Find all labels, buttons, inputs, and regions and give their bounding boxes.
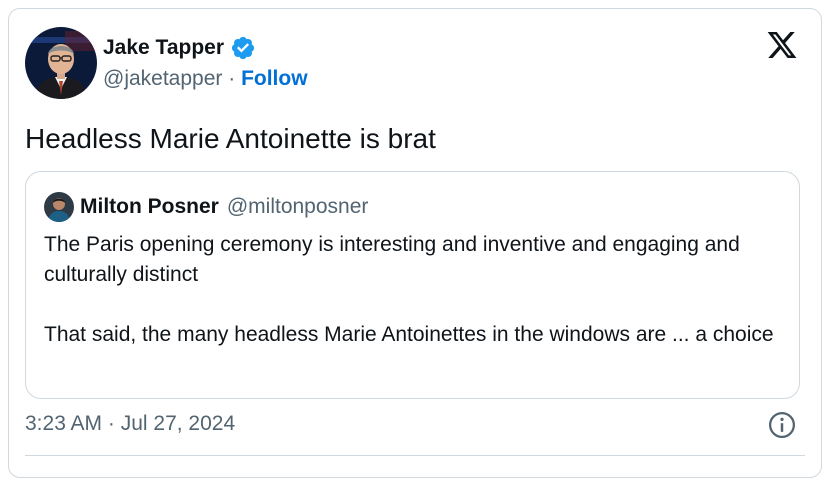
author-name-row: Jake Tapper [103, 33, 256, 63]
verified-badge-icon [231, 36, 255, 60]
quoted-author-avatar-image [44, 192, 74, 222]
footer-divider [25, 455, 805, 456]
quoted-tweet-paragraph: The Paris opening ceremony is interestin… [44, 233, 740, 286]
tweet-card: Jake Tapper @jaketapper · Follow Headles… [8, 8, 822, 478]
author-avatar[interactable] [25, 27, 97, 99]
author-display-name[interactable]: Jake Tapper [103, 36, 224, 60]
quoted-tweet-paragraph: That said, the many headless Marie Antoi… [44, 323, 774, 346]
author-avatar-image [25, 27, 97, 99]
quoted-tweet[interactable]: Milton Posner @miltonposner The Paris op… [25, 171, 800, 399]
quoted-author-name-row: Milton Posner @miltonposner [80, 192, 368, 222]
info-icon[interactable] [767, 410, 797, 440]
quoted-author-display-name[interactable]: Milton Posner [80, 195, 219, 219]
x-logo-icon[interactable] [765, 29, 799, 61]
handle-separator: · [222, 67, 242, 90]
author-handle[interactable]: @jaketapper [103, 67, 222, 90]
quoted-author-handle[interactable]: @miltonposner [227, 195, 369, 219]
author-handle-row: @jaketapper · Follow [103, 67, 308, 91]
quoted-author-avatar[interactable] [44, 192, 74, 222]
tweet-text: Headless Marie Antoinette is brat [25, 123, 436, 154]
follow-button[interactable]: Follow [241, 67, 308, 90]
tweet-timestamp[interactable]: 3:23 AM · Jul 27, 2024 [25, 412, 235, 436]
quoted-tweet-body: The Paris opening ceremony is interestin… [44, 230, 779, 350]
